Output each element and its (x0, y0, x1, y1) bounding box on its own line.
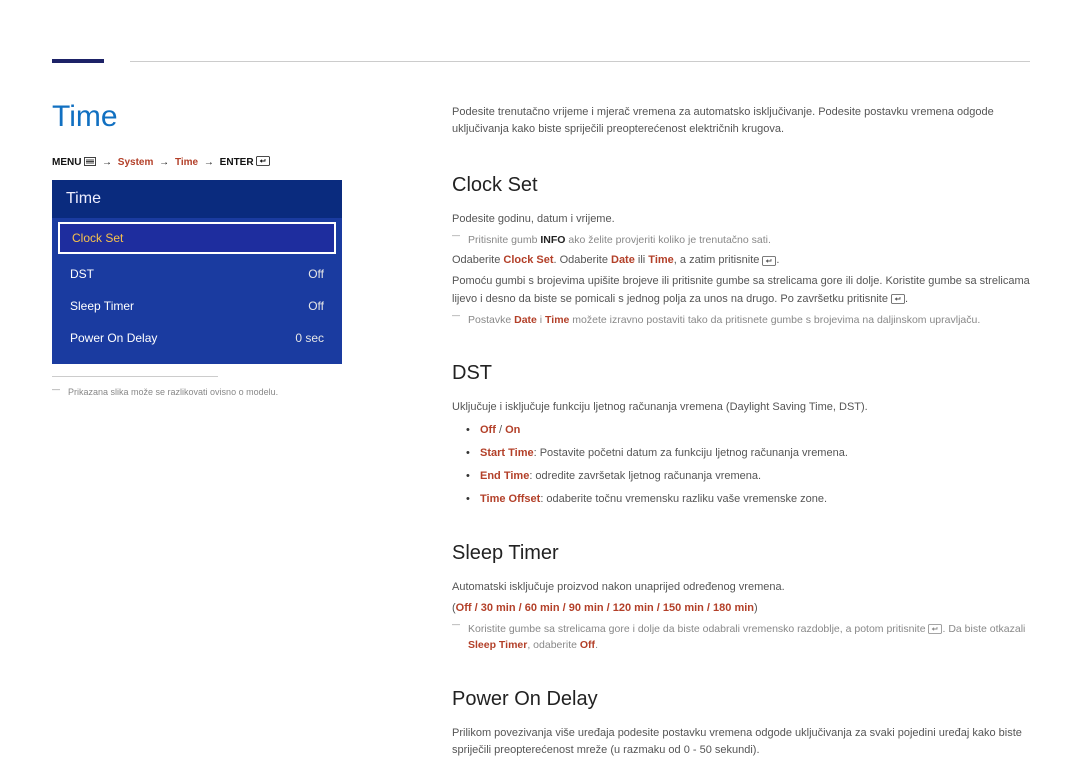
arrow-sep: → (156, 157, 172, 168)
text: ako želite provjeriti koliko je trenutač… (565, 234, 770, 246)
panel-row-value: Off (308, 267, 324, 281)
time-label: Time (175, 157, 198, 168)
menu-path: MENU → System → Time → ENTER (52, 156, 270, 169)
accent-off: Off (480, 424, 496, 436)
panel-row-sleep-timer[interactable]: Sleep Timer Off (52, 290, 342, 322)
text: . Odaberite (554, 254, 611, 266)
panel-header: Time (52, 180, 342, 218)
sleep-p1: Automatski isključuje proizvod nakon una… (452, 579, 1030, 596)
accent-date: Date (514, 314, 537, 326)
clockset-p3: Pomoću gumbi s brojevima upišite brojeve… (452, 273, 1030, 307)
system-label: System (118, 157, 154, 168)
panel-row-value: 0 sec (295, 331, 324, 345)
panel-row-power-on-delay[interactable]: Power On Delay 0 sec (52, 322, 342, 354)
enter-icon (762, 256, 776, 266)
intro-text: Podesite trenutačno vrijeme i mjerač vre… (452, 104, 1030, 138)
accent-time: Time (545, 314, 569, 326)
accent-on: On (505, 424, 520, 436)
pod-p1: Prilikom povezivanja više uređaja podesi… (452, 725, 1030, 759)
text: . Da biste otkazali (942, 623, 1025, 635)
panel-row-label: Clock Set (72, 231, 123, 245)
dst-time-offset: Time Offset: odaberite točnu vremensku r… (452, 491, 1030, 508)
text: . (905, 293, 908, 305)
panel-row-label: DST (70, 267, 94, 281)
text: Odaberite (452, 254, 503, 266)
text: ) (754, 602, 758, 614)
content-column: Podesite trenutačno vrijeme i mjerač vre… (452, 104, 1030, 763)
accent-end-time: End Time (480, 470, 529, 482)
text: : Postavite početni datum za funkciju lj… (534, 447, 848, 459)
text: . (595, 639, 598, 651)
accent-date: Date (611, 254, 635, 266)
arrow-sep: → (99, 157, 115, 168)
panel-note-text: Prikazana slika može se razlikovati ovis… (54, 387, 278, 397)
dst-option-off-on: Off / On (452, 422, 1030, 439)
text: , a zatim pritisnite (674, 254, 763, 266)
text: i (537, 314, 545, 326)
heading-clock-set: Clock Set (452, 170, 1030, 201)
accent-sleep-timer: Sleep Timer (468, 639, 527, 651)
enter-icon (891, 294, 905, 304)
clockset-note1: Pritisnite gumb INFO ako želite provjeri… (452, 232, 1030, 248)
text: : odaberite točnu vremensku razliku vaše… (540, 493, 827, 505)
arrow-sep: → (201, 157, 217, 168)
sleep-options: (Off / 30 min / 60 min / 90 min / 120 mi… (452, 600, 1030, 617)
accent-sleep-options: Off / 30 min / 60 min / 90 min / 120 min… (456, 602, 754, 614)
text: ili (635, 254, 648, 266)
text: možete izravno postaviti tako da pritisn… (569, 314, 980, 326)
clockset-p2: Odaberite Clock Set. Odaberite Date ili … (452, 252, 1030, 269)
dst-start-time: Start Time: Postavite početni datum za f… (452, 445, 1030, 462)
text: , odaberite (527, 639, 580, 651)
page-title: Time (52, 100, 118, 134)
enter-label: ENTER (220, 157, 254, 168)
heading-sleep-timer: Sleep Timer (452, 538, 1030, 569)
panel-row-clock-set[interactable]: Clock Set (58, 222, 336, 254)
settings-panel: Time Clock Set DST Off Sleep Timer Off P… (52, 180, 342, 364)
panel-note-rule (52, 376, 218, 377)
heading-dst: DST (452, 358, 1030, 389)
enter-icon (256, 156, 270, 169)
dst-p1: Uključuje i isključuje funkciju ljetnog … (452, 399, 1030, 416)
menu-label: MENU (52, 157, 81, 168)
heading-power-on-delay: Power On Delay (452, 684, 1030, 715)
enter-icon (928, 624, 942, 634)
panel-note: Prikazana slika može se razlikovati ovis… (54, 387, 278, 397)
clockset-p1: Podesite godinu, datum i vrijeme. (452, 211, 1030, 228)
top-horizontal-rule (130, 61, 1030, 62)
top-bar-accent (52, 59, 104, 63)
text: Koristite gumbe sa strelicama gore i dol… (468, 623, 928, 635)
accent-time-offset: Time Offset (480, 493, 540, 505)
text: . (776, 254, 779, 266)
panel-row-dst[interactable]: DST Off (52, 258, 342, 290)
text: / (496, 424, 505, 436)
panel-row-label: Power On Delay (70, 331, 157, 345)
text: Postavke (468, 314, 514, 326)
clockset-note2: Postavke Date i Time možete izravno post… (452, 312, 1030, 328)
sleep-note: Koristite gumbe sa strelicama gore i dol… (452, 621, 1030, 654)
dst-bullets: Off / On Start Time: Postavite početni d… (452, 422, 1030, 508)
panel-row-label: Sleep Timer (70, 299, 134, 313)
info-bold: INFO (540, 234, 565, 246)
text: : odredite završetak ljetnog računanja v… (529, 470, 761, 482)
accent-time: Time (648, 254, 673, 266)
text: Pritisnite gumb (468, 234, 540, 246)
dst-end-time: End Time: odredite završetak ljetnog rač… (452, 468, 1030, 485)
text: Pomoću gumbi s brojevima upišite brojeve… (452, 275, 1030, 304)
panel-row-value: Off (308, 299, 324, 313)
accent-start-time: Start Time (480, 447, 534, 459)
accent-clock-set: Clock Set (503, 254, 553, 266)
menu-icon (84, 157, 96, 169)
accent-off: Off (580, 639, 595, 651)
